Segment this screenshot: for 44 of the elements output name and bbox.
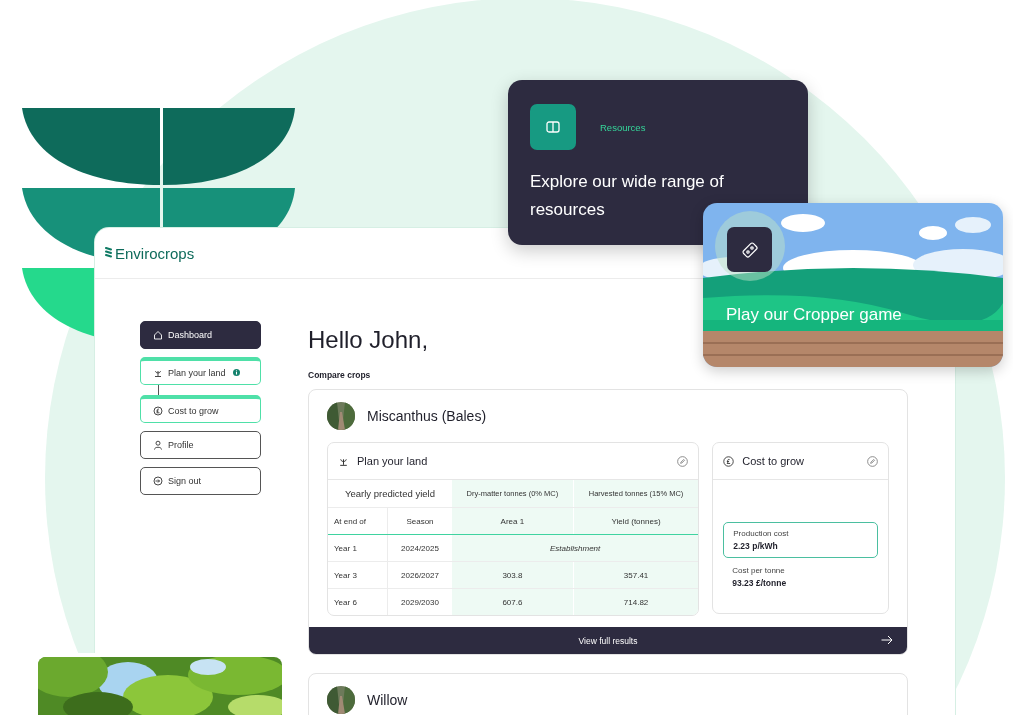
column-header: Area 1 xyxy=(452,507,574,535)
table-cell: 303.8 xyxy=(452,561,574,589)
column-header: At end of xyxy=(328,507,388,535)
nav-item[interactable]: Profile xyxy=(140,431,261,459)
table-cell: 714.82 xyxy=(573,588,699,615)
column-header: Yield (tonnes) xyxy=(573,507,699,535)
metric-label: Production cost xyxy=(733,529,790,538)
panel-title: Plan your land xyxy=(357,455,429,467)
arrow-icon xyxy=(881,635,893,645)
sign-out-icon xyxy=(153,476,163,486)
edit-button[interactable] xyxy=(677,455,689,467)
section-label: Compare crops xyxy=(308,370,372,380)
nav-item[interactable]: Cost to grow xyxy=(140,395,261,423)
edit-button[interactable] xyxy=(867,455,878,467)
nav-item[interactable]: Sign out xyxy=(140,467,261,495)
pound-icon xyxy=(153,405,163,416)
home-icon xyxy=(153,330,163,340)
crop-name: Willow xyxy=(367,692,408,708)
pound-icon xyxy=(723,455,735,467)
crop-avatar xyxy=(327,686,355,714)
domino-icon xyxy=(727,227,772,272)
table-cell: Year 1 xyxy=(328,534,388,562)
game-title: Play our Cropper game xyxy=(726,305,902,325)
table-cell: Establishment xyxy=(452,534,699,562)
metric-label: Cost per tonne xyxy=(732,566,786,575)
logo-icon xyxy=(105,247,112,259)
resources-label: Resources xyxy=(600,121,646,133)
brand-name: Envirocrops xyxy=(115,244,195,262)
table-cell: 607.6 xyxy=(452,588,574,615)
nav-item[interactable]: Plan your land xyxy=(140,357,261,385)
table-cell: 357.41 xyxy=(573,561,699,589)
person-icon xyxy=(153,440,163,450)
book-icon xyxy=(530,104,576,150)
greeting: Hello John, xyxy=(308,326,430,354)
metric-value: 2.23 p/kWh xyxy=(733,541,779,551)
crop-name: Miscanthus (Bales) xyxy=(367,408,487,424)
table-cell: Year 3 xyxy=(328,561,388,589)
metric-value: 93.23 £/tonne xyxy=(732,578,788,588)
nav-item[interactable]: Dashboard xyxy=(140,321,261,349)
crop-avatar xyxy=(327,402,355,430)
table-cell: Year 6 xyxy=(328,588,388,615)
step-connector xyxy=(158,385,159,395)
view-results-button[interactable]: View full results xyxy=(309,627,907,654)
panel-title: Cost to grow xyxy=(742,455,806,467)
